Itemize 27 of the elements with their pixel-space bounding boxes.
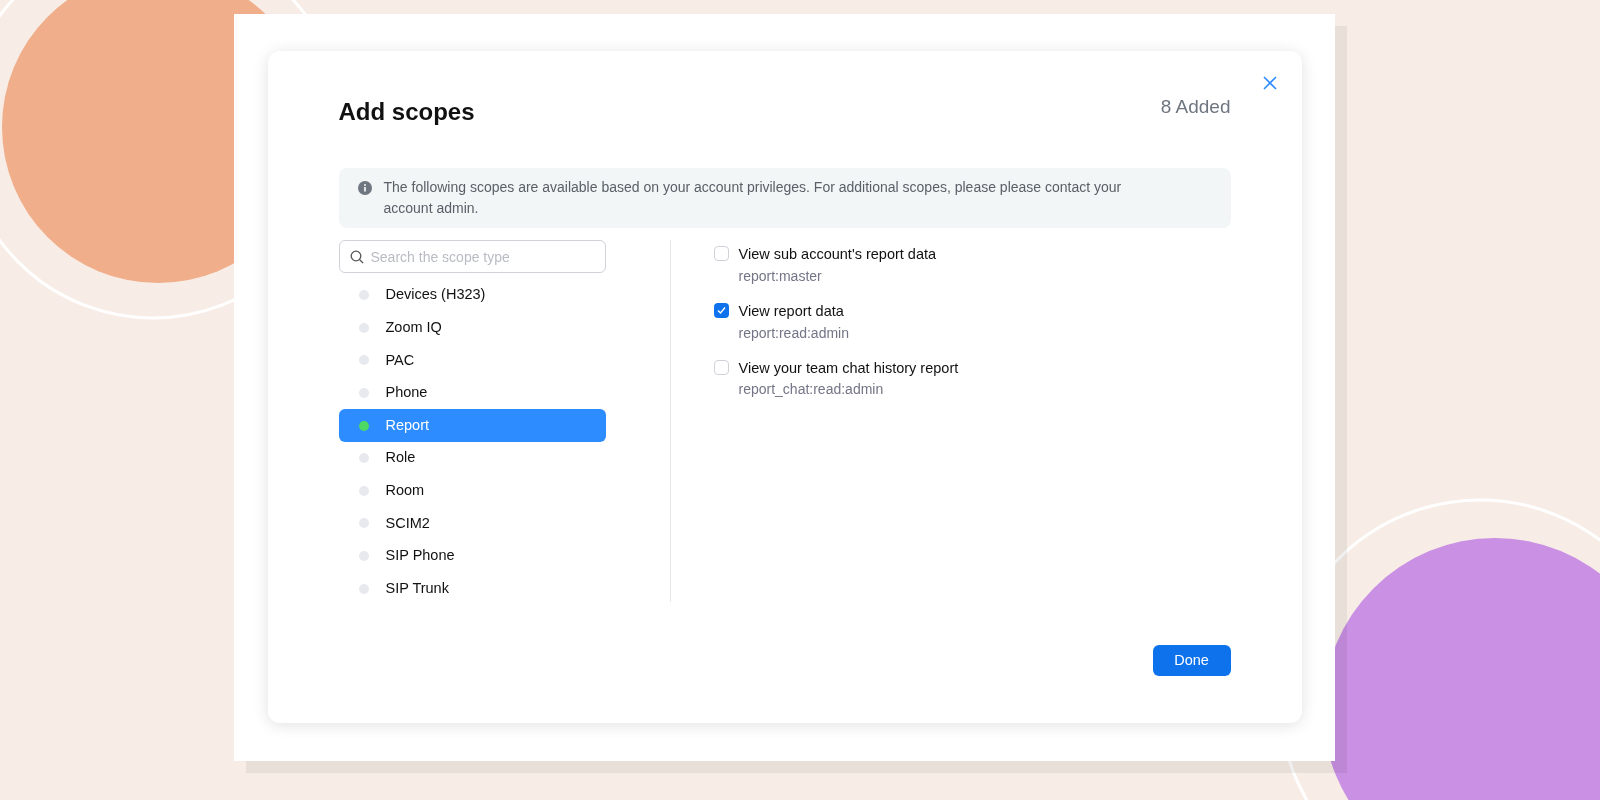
scope-code: report:master xyxy=(738,266,823,286)
info-icon xyxy=(357,181,372,195)
checkbox[interactable] xyxy=(713,246,729,261)
category-item[interactable]: PAC xyxy=(338,344,606,377)
added-count: 8 Added xyxy=(1160,95,1231,120)
category-item[interactable]: SCIM2 xyxy=(338,507,606,540)
search-field[interactable]: Search the scope type xyxy=(338,240,606,273)
scope-code: report_chat:read:admin xyxy=(738,380,885,400)
category-item[interactable]: Zoom IQ xyxy=(338,311,606,345)
category-item[interactable]: Role xyxy=(338,441,606,475)
checkbox[interactable] xyxy=(713,302,729,318)
search-icon xyxy=(349,250,364,264)
check-icon xyxy=(716,305,726,315)
category-item[interactable]: SIP Phone xyxy=(338,539,606,573)
close-icon xyxy=(1262,76,1277,90)
category-item[interactable]: Devices (H323) xyxy=(338,279,606,312)
category-item[interactable]: Room xyxy=(338,474,606,508)
checkbox[interactable] xyxy=(713,359,729,375)
dialog-title: Add scopes xyxy=(338,97,475,127)
category-item[interactable]: SIP Trunk xyxy=(338,572,606,605)
scope-code: report:read:admin xyxy=(738,323,849,343)
category-item[interactable]: Phone xyxy=(338,376,606,410)
done-button[interactable]: Done xyxy=(1152,644,1231,676)
scope-title: View sub account's report data xyxy=(738,245,937,264)
scope-title: View report data xyxy=(738,301,845,321)
scope-title: View your team chat history report xyxy=(738,358,959,378)
info-text: The following scopes are available based on your account privileges. For additional scopes, please please contact your account admin. xyxy=(383,178,1123,218)
